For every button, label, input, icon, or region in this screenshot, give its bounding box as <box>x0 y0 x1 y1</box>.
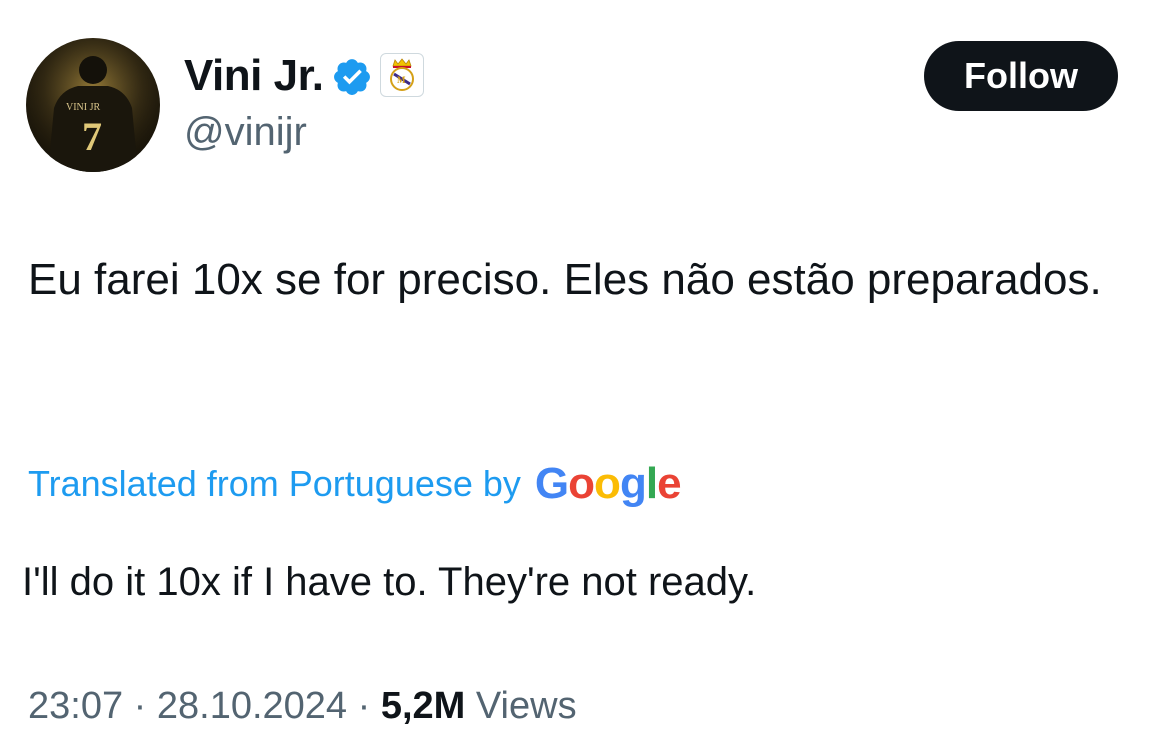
avatar[interactable]: VINI JR 7 <box>26 38 160 172</box>
google-letter: o <box>594 459 621 508</box>
avatar-jersey-number: 7 <box>82 114 102 159</box>
meta-separator: · <box>357 685 371 727</box>
affiliate-badge[interactable]: M <box>380 53 424 97</box>
google-logo: Google <box>534 459 682 509</box>
tweet-text: Eu farei 10x se for preciso. Eles não es… <box>28 255 1102 304</box>
user-handle[interactable]: @vinijr <box>184 108 307 156</box>
tweet-meta: 23:07 · 28.10.2024 · 5,2M Views <box>28 682 577 730</box>
verified-badge-icon[interactable] <box>331 56 373 98</box>
avatar-jersey-name: VINI JR <box>66 102 100 113</box>
meta-separator: · <box>133 685 147 727</box>
display-name[interactable]: Vini Jr. <box>184 50 324 102</box>
google-letter: G <box>534 459 569 508</box>
google-letter: l <box>645 459 658 508</box>
google-letter: e <box>657 459 682 508</box>
translation-attribution[interactable]: Translated from Portuguese by Google <box>28 458 682 510</box>
views-count: 5,2M <box>380 685 466 727</box>
translation-label[interactable]: Translated from Portuguese by <box>28 463 521 505</box>
avatar-image: VINI JR 7 <box>26 38 160 172</box>
follow-button[interactable]: Follow <box>924 41 1118 111</box>
svg-text:M: M <box>397 75 406 85</box>
google-letter: g <box>619 459 647 508</box>
views-label: Views <box>475 685 577 727</box>
real-madrid-crest-icon: M <box>390 58 414 91</box>
google-letter: o <box>568 459 595 508</box>
translated-tweet-text: I'll do it 10x if I have to. They're not… <box>22 560 757 604</box>
tweet-time[interactable]: 23:07 <box>28 685 123 727</box>
tweet-date[interactable]: 28.10.2024 <box>157 685 347 727</box>
